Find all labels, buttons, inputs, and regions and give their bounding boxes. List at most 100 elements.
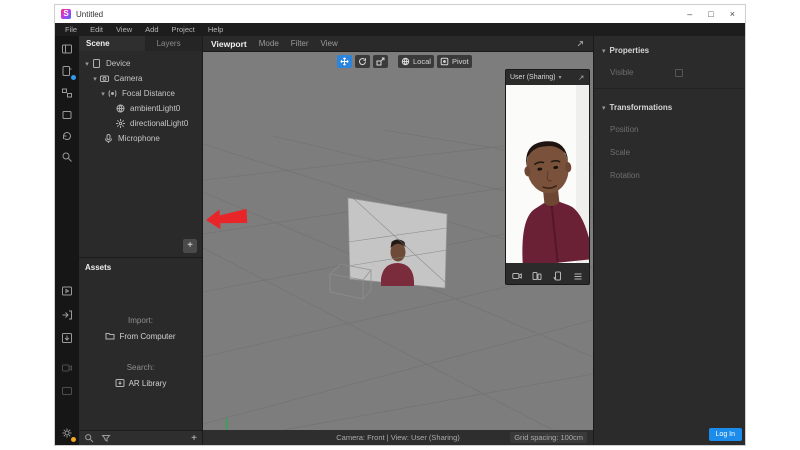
viewport-layout-icon[interactable] (60, 108, 74, 122)
device-icon (91, 58, 102, 69)
properties-section-header[interactable]: ▾ Properties (594, 36, 745, 61)
pivot-icon (440, 57, 449, 66)
tree-item-microphone[interactable]: Microphone (79, 131, 202, 146)
login-button[interactable]: Log In (709, 428, 742, 441)
camera-select-icon[interactable] (512, 271, 522, 281)
move-tool-button[interactable] (337, 55, 352, 68)
assets-search-icon[interactable] (84, 433, 94, 443)
simulator-icon[interactable] (60, 64, 74, 78)
viewport-menu-mode[interactable]: Mode (259, 39, 279, 48)
pivot-button[interactable]: Pivot (437, 55, 472, 68)
scene-add-button[interactable]: + (183, 239, 197, 253)
menu-file[interactable]: File (65, 25, 77, 34)
viewport-panel: Viewport Mode Filter View (203, 36, 593, 445)
screen-capture-icon (60, 384, 74, 398)
assets-filter-icon[interactable] (101, 433, 111, 443)
title-bar: S Untitled – □ × (55, 5, 745, 23)
scale-property-row: Scale (594, 141, 745, 164)
globe-icon (401, 57, 410, 66)
library-icon (115, 378, 125, 388)
import-icon[interactable] (60, 331, 74, 345)
menu-bar: File Edit View Add Project Help (55, 23, 745, 36)
test-on-device-icon[interactable] (60, 284, 74, 298)
settings-gear-icon[interactable] (60, 426, 74, 440)
tree-item-focal-distance[interactable]: ▾ Focal Distance (79, 86, 202, 101)
assets-panel: Assets Import: From Computer Search: AR … (79, 258, 202, 445)
viewport-title: Viewport (211, 39, 247, 49)
rotate-tool-button[interactable] (355, 55, 370, 68)
sync-icon[interactable] (60, 129, 74, 143)
scene-panel: Scene Layers ▾ Device ▾ Camera (79, 36, 202, 258)
focal-distance-icon (107, 88, 118, 99)
microphone-icon (103, 133, 114, 144)
menu-project[interactable]: Project (172, 25, 195, 34)
notification-badge (71, 75, 76, 80)
properties-panel: ▾ Properties Visible ▾ Transformations P… (593, 36, 745, 445)
camera-icon (99, 73, 110, 84)
menu-help[interactable]: Help (208, 25, 223, 34)
window-title: Untitled (76, 10, 687, 19)
app-window: S Untitled – □ × File Edit View Add Proj… (55, 5, 745, 445)
rotate-device-icon[interactable] (553, 271, 563, 281)
update-badge (71, 437, 76, 442)
caret-down-icon: ▾ (602, 47, 606, 55)
tab-scene[interactable]: Scene (79, 36, 117, 51)
camera-preview-panel: User (Sharing) ▾ (505, 69, 590, 285)
preview-source-select[interactable]: User (Sharing) (510, 74, 556, 81)
scale-tool-button[interactable] (373, 55, 388, 68)
preview-toolbar (506, 268, 589, 284)
simulator-toggle-icon[interactable] (532, 271, 542, 281)
viewport-expand-icon[interactable] (575, 39, 585, 49)
caret-icon[interactable]: ▾ (83, 60, 91, 68)
ambient-light-icon (115, 103, 126, 114)
import-label: Import: (79, 316, 202, 325)
chevron-down-icon: ▾ (559, 74, 562, 81)
caret-down-icon: ▾ (602, 104, 606, 112)
spark-logo-icon: S (61, 9, 71, 19)
tree-item-ambient-light[interactable]: ambientLight0 (79, 101, 202, 116)
local-space-button[interactable]: Local (398, 55, 434, 68)
caret-icon[interactable]: ▾ (99, 90, 107, 98)
folder-icon (105, 331, 115, 341)
viewport-status-bar: Camera: Front | View: User (Sharing) Gri… (203, 430, 593, 445)
tab-layers[interactable]: Layers (145, 36, 202, 51)
search-icon[interactable] (60, 150, 74, 164)
scene-tree: ▾ Device ▾ Camera ▾ Focal Distance (79, 51, 202, 146)
assets-add-button[interactable]: + (191, 433, 197, 444)
menu-view[interactable]: View (116, 25, 132, 34)
export-icon[interactable] (60, 308, 74, 322)
transformations-section-header[interactable]: ▾ Transformations (594, 93, 745, 118)
assets-panel-title: Assets (79, 258, 202, 277)
rotation-property-row: Rotation (594, 164, 745, 187)
tree-item-camera[interactable]: ▾ Camera (79, 71, 202, 86)
visible-property-row: Visible (594, 61, 745, 84)
tree-item-device[interactable]: ▾ Device (79, 56, 202, 71)
menu-edit[interactable]: Edit (90, 25, 103, 34)
grid-spacing-status[interactable]: Grid spacing: 100cm (510, 432, 587, 443)
viewport-menu-filter[interactable]: Filter (291, 39, 309, 48)
maximize-button[interactable]: □ (708, 5, 713, 23)
position-property-row: Position (594, 118, 745, 141)
caret-icon[interactable]: ▾ (91, 75, 99, 83)
patch-editor-icon[interactable] (60, 86, 74, 100)
camera-feed (506, 85, 589, 263)
preview-expand-icon[interactable] (577, 74, 585, 82)
axis-gizmo (217, 418, 242, 430)
left-toolbar (55, 36, 79, 445)
preview-menu-icon[interactable] (573, 271, 583, 281)
viewport-3d-area[interactable]: Local Pivot User (Sharing) ▾ (203, 52, 593, 430)
search-label: Search: (79, 363, 202, 372)
ar-library-button[interactable]: AR Library (79, 378, 202, 388)
minimize-button[interactable]: – (687, 5, 692, 23)
transform-toolbar: Local Pivot (337, 55, 472, 68)
tree-item-directional-light[interactable]: directionalLight0 (79, 116, 202, 131)
directional-light-icon (115, 118, 126, 129)
camera-plane (348, 198, 447, 288)
from-computer-button[interactable]: From Computer (79, 331, 202, 341)
viewport-menu-view[interactable]: View (321, 39, 338, 48)
video-recording-icon (60, 361, 74, 375)
visible-checkbox[interactable] (675, 69, 683, 77)
menu-add[interactable]: Add (145, 25, 158, 34)
close-button[interactable]: × (730, 5, 735, 23)
scene-panel-icon[interactable] (60, 42, 74, 56)
